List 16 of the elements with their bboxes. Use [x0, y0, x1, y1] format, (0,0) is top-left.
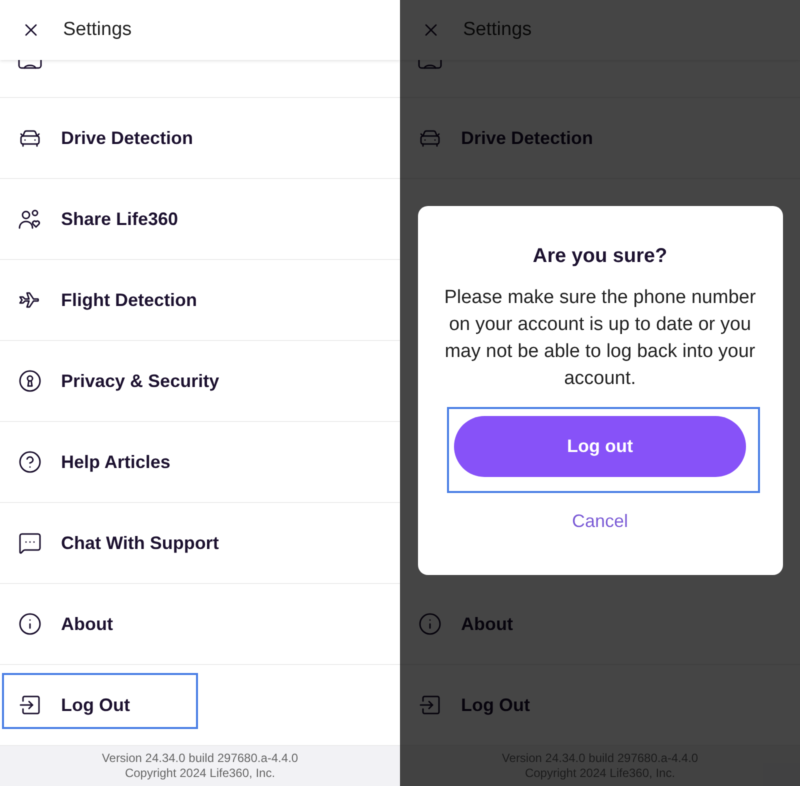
screen-title: Settings	[463, 18, 532, 42]
version-text: Version 24.34.0 build 297680.a-4.4.0	[102, 751, 298, 766]
keyhole-icon	[18, 369, 42, 393]
help-icon	[18, 450, 42, 474]
screen-title: Settings	[63, 18, 132, 42]
people-heart-icon	[18, 207, 42, 231]
log-out-button[interactable]: Log out	[454, 416, 746, 477]
chat-bubble-icon	[18, 531, 42, 555]
dialog-title: Are you sure?	[532, 244, 668, 269]
info-icon	[18, 612, 42, 636]
settings-item[interactable]	[0, 60, 400, 98]
dialog-message: Please make sure the phone number on your account is up to date or you may not be able to log back into your account.	[443, 286, 757, 391]
profile-icon	[18, 60, 42, 69]
arrow-into-box-icon	[18, 693, 42, 717]
copyright-text: Copyright 2024 Life360, Inc.	[124, 766, 276, 781]
cancel-button[interactable]: Cancel	[564, 508, 636, 535]
